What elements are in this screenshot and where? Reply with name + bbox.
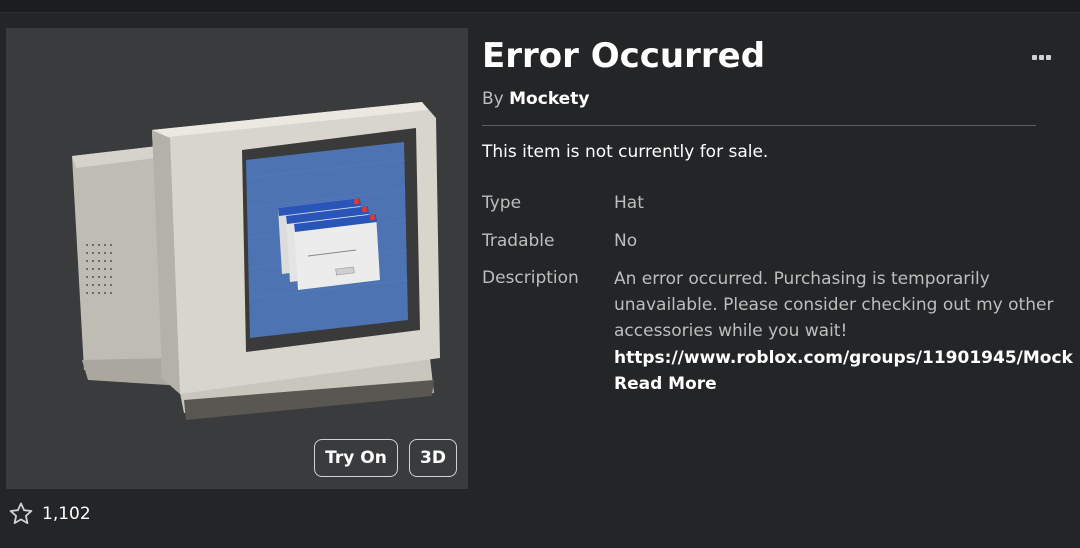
description-text: An error occurred. Purchasing is tempora…: [614, 269, 1054, 341]
tradable-value: No: [614, 231, 638, 251]
creator-byline: By Mockety: [482, 87, 589, 111]
view-3d-button[interactable]: 3D: [409, 439, 457, 477]
tradable-label: Tradable: [482, 231, 555, 251]
item-title: Error Occurred: [482, 36, 766, 76]
type-value: Hat: [614, 193, 644, 213]
type-label: Type: [482, 193, 522, 213]
crt-monitor-image: [72, 102, 440, 420]
favorite-count: 1,102: [42, 504, 91, 524]
top-navigation-bar: [0, 0, 1080, 13]
item-thumbnail: Try On 3D: [6, 28, 468, 489]
creator-link[interactable]: Mockety: [509, 89, 589, 109]
divider: [482, 125, 1036, 126]
favorites: 1,102: [8, 501, 91, 527]
star-outline-icon[interactable]: [8, 501, 34, 527]
try-on-button[interactable]: Try On: [314, 439, 398, 477]
sale-status-text: This item is not currently for sale.: [482, 142, 769, 162]
read-more-link[interactable]: Read More: [614, 371, 717, 397]
description-label: Description: [482, 268, 579, 288]
by-label: By: [482, 89, 504, 109]
more-options-icon[interactable]: [1032, 52, 1056, 62]
description-link[interactable]: https://www.roblox.com/groups/11901945/M…: [614, 345, 1073, 371]
